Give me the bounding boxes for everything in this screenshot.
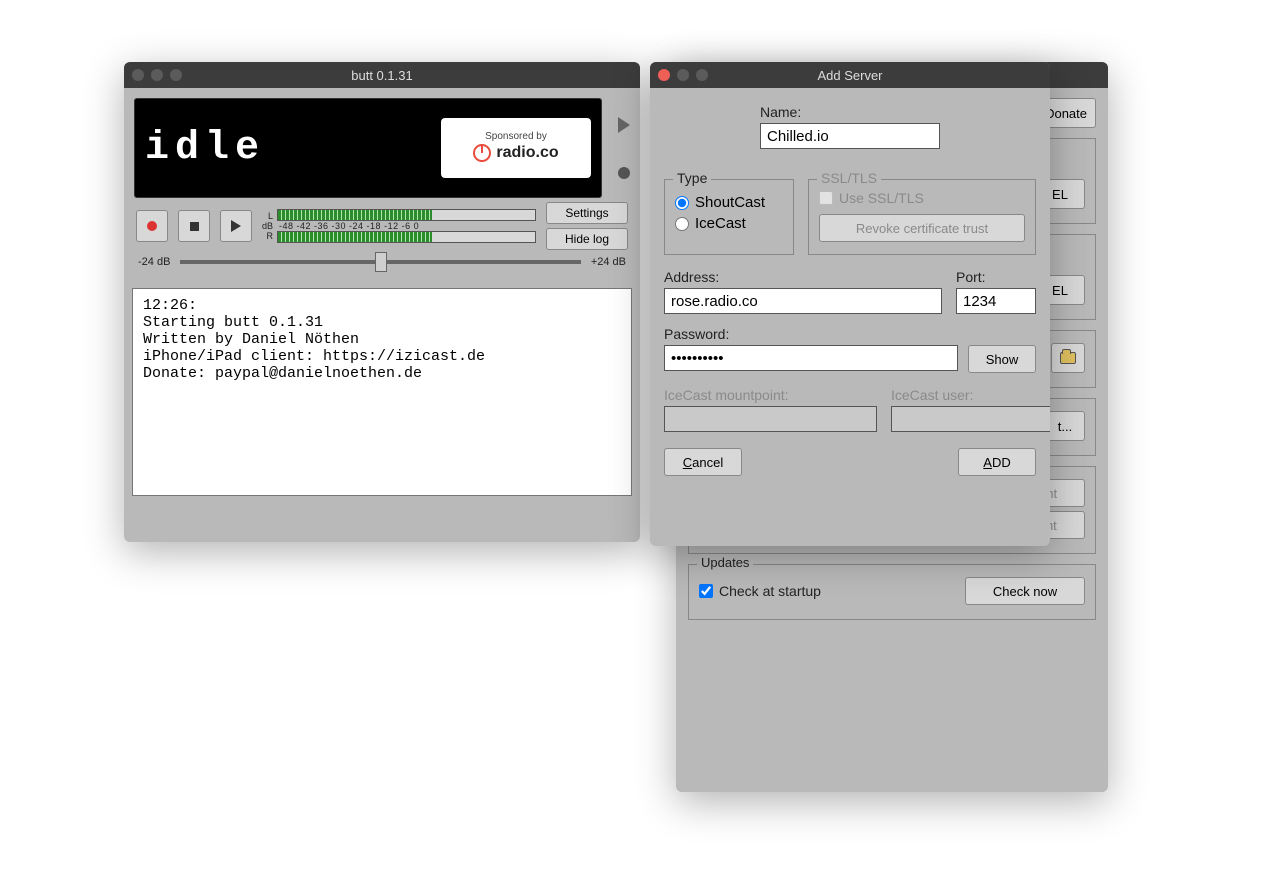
mountpoint-input <box>664 406 877 432</box>
record-icon <box>147 221 157 231</box>
icecast-radio[interactable]: IceCast <box>675 215 783 232</box>
check-startup-checkbox[interactable]: Check at startup <box>699 583 821 599</box>
gain-min-label: -24 dB <box>138 256 170 268</box>
add-server-title: Add Server <box>650 68 1050 83</box>
settings-button[interactable]: Settings <box>546 202 628 224</box>
icecast-user-input <box>891 406 1050 432</box>
mountpoint-label: IceCast mountpoint: <box>664 387 877 403</box>
lcd-side-controls <box>618 98 630 198</box>
power-icon <box>473 144 491 162</box>
lcd-display: idle Sponsored by radio.co <box>134 98 602 198</box>
log-output: 12:26: Starting butt 0.1.31 Written by D… <box>132 288 632 496</box>
add-server-dialog: Add Server Name: Type ShoutCast IceCast <box>650 62 1050 546</box>
stop-button[interactable] <box>178 210 210 242</box>
name-input[interactable] <box>760 123 940 149</box>
hide-log-button[interactable]: Hide log <box>546 228 628 250</box>
gain-slider[interactable] <box>180 260 580 264</box>
meter-left <box>277 209 536 221</box>
show-password-button[interactable]: Show <box>968 345 1036 373</box>
check-startup-label: Check at startup <box>719 583 821 599</box>
t-button[interactable]: t... <box>1045 411 1085 441</box>
sponsor-box[interactable]: Sponsored by radio.co <box>441 118 591 178</box>
password-label: Password: <box>664 326 729 342</box>
icecast-user-label: IceCast user: <box>891 387 1050 403</box>
maximize-icon[interactable] <box>696 69 708 81</box>
folder-button[interactable] <box>1051 343 1085 373</box>
updates-legend: Updates <box>697 555 753 570</box>
sponsor-brand: radio.co <box>496 144 558 162</box>
address-input[interactable] <box>664 288 942 314</box>
record-button[interactable] <box>136 210 168 242</box>
icecast-label: IceCast <box>695 215 746 232</box>
play-icon <box>231 220 241 232</box>
minimize-icon[interactable] <box>677 69 689 81</box>
meter-db-label: dB <box>262 221 273 231</box>
name-label: Name: <box>760 104 940 120</box>
ssl-fieldset: SSL/TLS Use SSL/TLS Revoke certificate t… <box>808 179 1036 255</box>
meter-right-label: R <box>262 231 273 241</box>
updates-group: Updates Check at startup Check now <box>688 564 1096 620</box>
slider-thumb[interactable] <box>375 252 387 272</box>
stop-icon <box>190 222 199 231</box>
shoutcast-label: ShoutCast <box>695 194 765 211</box>
play-button[interactable] <box>220 210 252 242</box>
use-ssl-label: Use SSL/TLS <box>839 190 924 206</box>
meter-scale: -48 -42 -36 -30 -24 -18 -12 -6 0 <box>277 221 536 231</box>
cancel-button[interactable]: Cancel <box>664 448 742 476</box>
folder-icon <box>1060 352 1076 364</box>
revoke-cert-button: Revoke certificate trust <box>819 214 1025 242</box>
main-title: butt 0.1.31 <box>124 68 640 83</box>
sponsor-label: Sponsored by <box>485 131 547 142</box>
main-titlebar[interactable]: butt 0.1.31 <box>124 62 640 88</box>
address-label: Address: <box>664 269 942 285</box>
close-icon[interactable] <box>132 69 144 81</box>
meter-right <box>277 231 536 243</box>
port-label: Port: <box>956 269 1036 285</box>
record-indicator-icon[interactable] <box>618 167 630 179</box>
maximize-icon[interactable] <box>170 69 182 81</box>
main-window: butt 0.1.31 idle Sponsored by radio.co <box>124 62 640 542</box>
shoutcast-radio[interactable]: ShoutCast <box>675 194 783 211</box>
type-fieldset: Type ShoutCast IceCast <box>664 179 794 255</box>
type-legend: Type <box>673 170 711 186</box>
check-now-button[interactable]: Check now <box>965 577 1085 605</box>
close-icon[interactable] <box>658 69 670 81</box>
use-ssl-checkbox: Use SSL/TLS <box>819 190 924 206</box>
add-server-titlebar[interactable]: Add Server <box>650 62 1050 88</box>
lcd-status-text: idle <box>145 126 265 171</box>
play-indicator-icon[interactable] <box>618 117 630 133</box>
add-button[interactable]: ADD <box>958 448 1036 476</box>
meter-left-label: L <box>262 211 273 221</box>
password-input[interactable] <box>664 345 958 371</box>
gain-max-label: +24 dB <box>591 256 626 268</box>
minimize-icon[interactable] <box>151 69 163 81</box>
ssl-legend: SSL/TLS <box>817 170 881 186</box>
port-input[interactable] <box>956 288 1036 314</box>
